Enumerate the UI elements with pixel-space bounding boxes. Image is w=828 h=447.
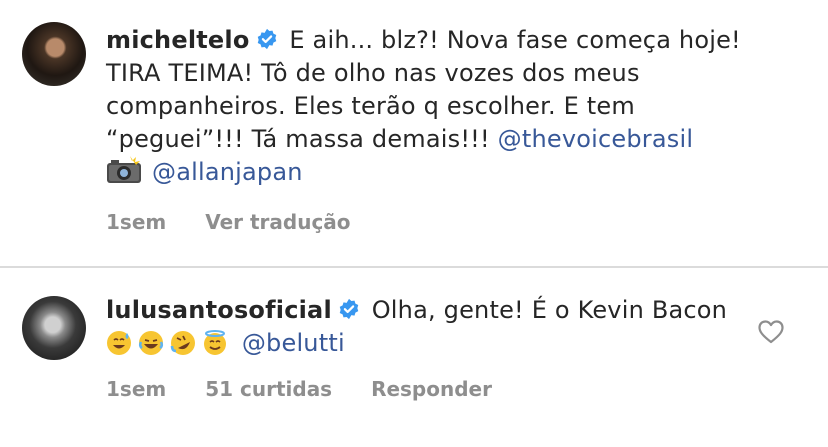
comment-1: micheltelo E aih... blz?! Nova fase come… — [106, 24, 766, 189]
mention-link[interactable]: @belutti — [242, 329, 345, 357]
comment-2: lulusantosoficial Olha, gente! É o Kevin… — [106, 294, 736, 360]
innocent-emoji — [204, 330, 226, 355]
avatar-micheltelo[interactable] — [22, 22, 86, 86]
mention-link[interactable]: @allanjapan — [152, 158, 303, 186]
avatar-lulusantosoficial[interactable] — [22, 296, 86, 360]
reply-button[interactable]: Responder — [371, 377, 492, 401]
joy-emoji — [138, 331, 164, 355]
sweat-smile-emoji — [107, 331, 131, 355]
comment-username[interactable]: lulusantosoficial — [106, 296, 332, 324]
verified-badge-icon — [339, 298, 359, 320]
camera-flash-icon — [107, 156, 141, 183]
comment-username[interactable]: micheltelo — [106, 26, 250, 54]
mention-link[interactable]: @thevoicebrasil — [498, 125, 694, 153]
verified-badge-icon — [257, 28, 276, 50]
comment-meta: 1sem 51 curtidas Responder — [106, 377, 524, 401]
heart-outline-icon[interactable] — [758, 320, 784, 344]
see-translation-button[interactable]: Ver tradução — [205, 210, 350, 234]
rofl-emoji — [170, 331, 195, 355]
divider — [0, 266, 828, 268]
comment-text: Olha, gente! É o Kevin Bacon — [371, 296, 728, 324]
likes-count[interactable]: 51 curtidas — [205, 377, 332, 401]
comment-timestamp[interactable]: 1sem — [106, 377, 166, 401]
comment-timestamp[interactable]: 1sem — [106, 210, 166, 234]
comment-meta: 1sem Ver tradução — [106, 210, 383, 234]
